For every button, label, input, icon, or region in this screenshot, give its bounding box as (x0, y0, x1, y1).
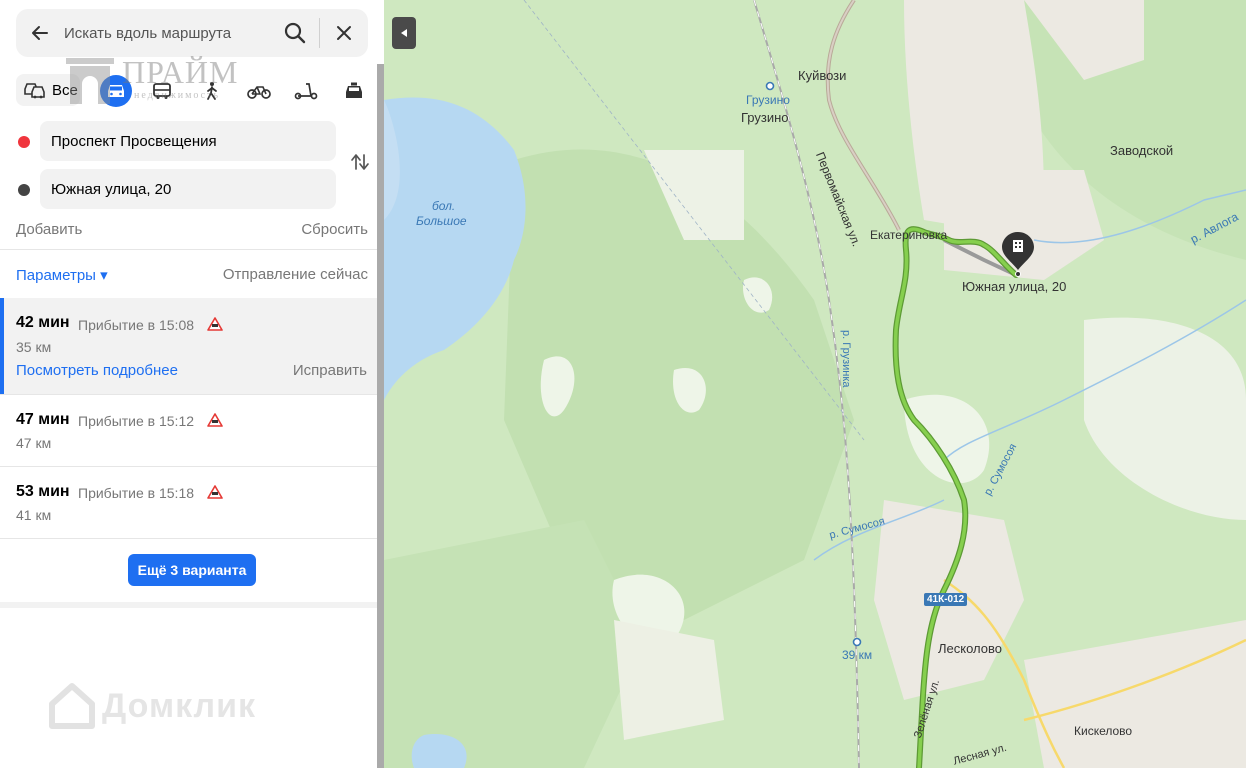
mode-scooter-button[interactable] (290, 75, 322, 107)
route-arrival: Прибытие в 15:18 (78, 485, 195, 501)
mode-car-button[interactable] (100, 75, 132, 107)
route-from-field[interactable]: Проспект Просвещения (40, 121, 336, 161)
route-option-2[interactable]: 47 мин Прибытие в 15:12 47 км (0, 395, 377, 466)
collapse-panel-button[interactable] (392, 17, 416, 49)
route-duration: 47 мин (16, 411, 70, 428)
route-duration: 42 мин (16, 314, 70, 331)
route-distance: 47 км (16, 435, 52, 451)
swap-points-icon[interactable] (350, 152, 370, 172)
divider (0, 538, 377, 539)
map-label-zavodskoy: Заводской (1110, 143, 1174, 158)
map-label-39km: 39 км (842, 648, 873, 662)
map-label-gruzino: Грузино (741, 110, 789, 125)
route-duration: 53 мин (16, 483, 70, 500)
road-warning-icon (207, 413, 223, 427)
map-label-bolshoe: Большое (416, 214, 467, 228)
search-input[interactable]: Искать вдоль маршрута (64, 25, 231, 42)
route-arrival: Прибытие в 15:12 (78, 413, 195, 429)
map-label-kuivozi: Куйвози (798, 68, 847, 83)
route-arrival: Прибытие в 15:08 (78, 317, 195, 333)
start-point-dot (18, 136, 30, 148)
section-separator (0, 602, 377, 608)
route-fix-link[interactable]: Исправить (293, 362, 367, 379)
mode-all-button[interactable]: Все (16, 74, 80, 106)
bus-icon (153, 83, 171, 99)
transport-modes: Все (16, 74, 376, 108)
scooter-icon (294, 83, 318, 100)
route-option-1[interactable]: 42 мин Прибытие в 15:08 35 км Посмотреть… (0, 298, 377, 394)
bicycle-icon (247, 86, 271, 99)
route-distance: 35 км (16, 339, 52, 355)
map-label-destination: Южная улица, 20 (962, 279, 1067, 294)
parameters-dropdown[interactable]: Параметры ▾ (16, 266, 108, 284)
route-panel: Искать вдоль маршрута Все ПРАЙМ недвижим… (0, 0, 384, 768)
map-canvas[interactable]: Куйвози Грузино Грузино Заводской бол. Б… (384, 0, 1246, 768)
end-point-dot (18, 184, 30, 196)
route-to-field[interactable]: Южная улица, 20 (40, 169, 336, 209)
road-number-badge: 41К-012 (924, 593, 968, 606)
map-label-kiskelovo: Кискелово (1074, 724, 1133, 738)
map-label-ekaterinovka: Екатериновка (870, 228, 948, 242)
back-arrow-icon[interactable] (30, 23, 50, 43)
triangle-left-icon (401, 29, 407, 37)
map-label-leskolovo: Лесколово (938, 641, 1002, 656)
route-details-link[interactable]: Посмотреть подробнее (16, 362, 178, 379)
map-graphics (384, 0, 1246, 768)
search-divider (319, 18, 320, 48)
more-routes-button[interactable]: Ещё 3 варианта (128, 554, 256, 586)
route-distance: 41 км (16, 507, 52, 523)
selected-route-indicator (0, 298, 4, 394)
divider (0, 249, 377, 250)
panel-scrollbar[interactable] (377, 64, 384, 768)
map-label-gruzino-station: Грузино (746, 93, 790, 107)
search-icon[interactable] (284, 22, 306, 44)
mode-bike-button[interactable] (243, 75, 275, 107)
map-label-bol: бол. (432, 199, 456, 213)
taxi-icon (346, 82, 362, 98)
route-search-bar: Искать вдоль маршрута (16, 9, 368, 57)
add-point-link[interactable]: Добавить (16, 221, 82, 238)
pedestrian-icon (207, 82, 217, 100)
domclick-logo-icon (49, 683, 95, 729)
map-label-gruzinka: р. Грузинка (840, 330, 852, 388)
car-pair-icon (24, 83, 45, 99)
road-warning-icon (207, 485, 223, 499)
mode-transit-button[interactable] (146, 75, 178, 107)
route-option-3[interactable]: 53 мин Прибытие в 15:18 41 км (0, 467, 377, 538)
domclick-watermark: Домклик (46, 680, 256, 732)
mode-taxi-button[interactable] (338, 75, 370, 107)
domclick-logo-text: Домклик (102, 686, 257, 725)
reset-link[interactable]: Сбросить (301, 221, 368, 238)
car-icon (108, 85, 124, 97)
close-icon[interactable] (334, 23, 354, 43)
road-warning-icon (207, 317, 223, 331)
mode-walk-button[interactable] (196, 75, 228, 107)
departure-time-selector[interactable]: Отправление сейчас (223, 266, 368, 283)
mode-all-label: Все (52, 81, 78, 99)
